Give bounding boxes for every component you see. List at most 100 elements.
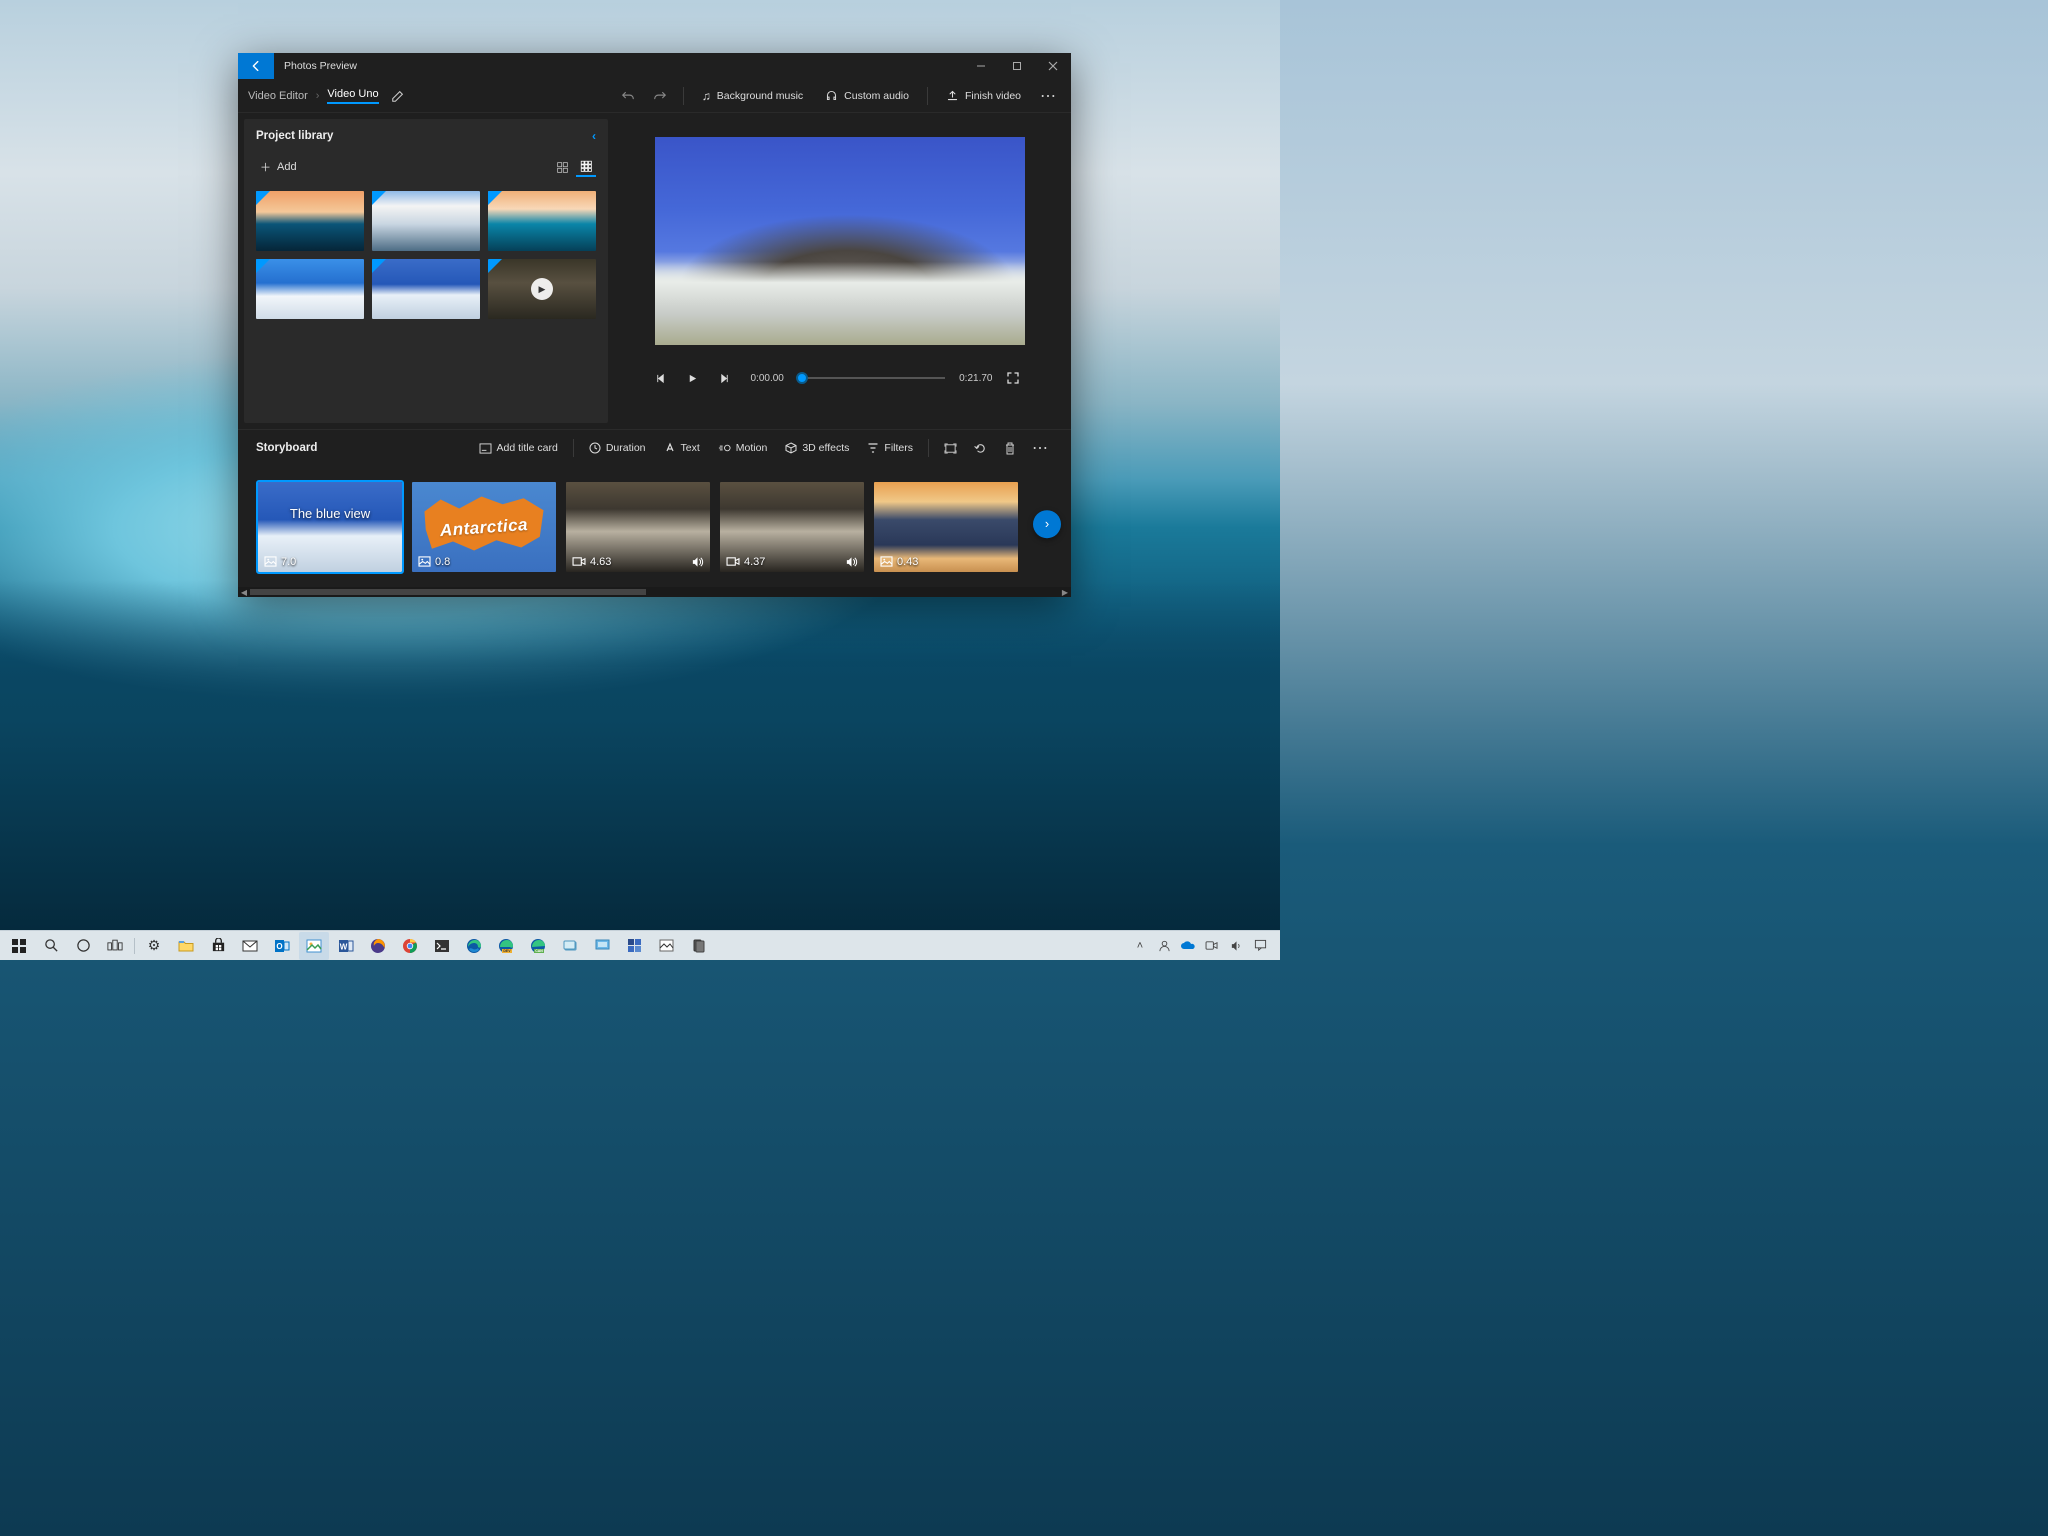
clip-title: The blue view (258, 506, 402, 521)
view-small-grid-button[interactable] (576, 157, 596, 177)
taskbar-outlook-icon[interactable]: O (267, 932, 297, 960)
taskbar-explorer-icon[interactable] (171, 932, 201, 960)
breadcrumb: Video Editor › Video Uno (248, 88, 379, 104)
library-thumb[interactable] (256, 259, 364, 319)
taskbar-app-icon[interactable] (619, 932, 649, 960)
used-badge (256, 191, 270, 205)
taskbar-settings-icon[interactable]: ⚙ (139, 932, 169, 960)
storyboard-more-button[interactable]: ⋯ (1027, 435, 1053, 461)
library-thumbnail-grid: ▶ (256, 191, 596, 319)
storyboard-scrollbar[interactable]: ◀ ▶ (238, 587, 1071, 597)
svg-text:W: W (340, 942, 348, 951)
storyboard-clip[interactable]: 4.63 (566, 482, 710, 572)
undo-button[interactable] (615, 83, 641, 109)
motion-icon (718, 442, 731, 454)
taskbar-app-icon[interactable] (587, 932, 617, 960)
play-icon: ▶ (531, 278, 553, 300)
add-title-card-button[interactable]: Add title card (472, 436, 565, 460)
library-thumb[interactable] (372, 259, 480, 319)
prev-frame-button[interactable] (655, 373, 673, 384)
storyboard-next-button[interactable]: › (1033, 510, 1061, 538)
taskbar-edge-dev-icon[interactable]: DEV (491, 932, 521, 960)
resize-button[interactable] (937, 435, 963, 461)
total-time: 0:21.70 (959, 373, 992, 384)
breadcrumb-root[interactable]: Video Editor (248, 90, 308, 102)
tray-people-icon[interactable] (1154, 936, 1174, 956)
background-music-button[interactable]: ♫ Background music (694, 83, 811, 109)
used-badge (372, 191, 386, 205)
seek-thumb[interactable] (796, 372, 808, 384)
video-icon (572, 556, 586, 567)
audio-icon (691, 556, 704, 568)
tray-meet-now-icon[interactable] (1202, 936, 1222, 956)
library-thumb[interactable]: ▶ (488, 259, 596, 319)
library-thumb[interactable] (256, 191, 364, 251)
taskbar-chrome-icon[interactable] (395, 932, 425, 960)
3d-effects-button[interactable]: 3D effects (778, 436, 856, 460)
storyboard-clip[interactable]: 4.37 (720, 482, 864, 572)
task-view-button[interactable] (100, 932, 130, 960)
taskbar-firefox-icon[interactable] (363, 932, 393, 960)
filters-button[interactable]: Filters (860, 436, 920, 460)
back-button[interactable] (238, 53, 274, 79)
fullscreen-button[interactable] (1007, 372, 1025, 384)
seek-slider[interactable] (798, 371, 945, 385)
cortana-button[interactable] (68, 932, 98, 960)
taskbar-edge-canary-icon[interactable]: CAN (523, 932, 553, 960)
finish-video-button[interactable]: Finish video (938, 83, 1029, 109)
maximize-button[interactable] (999, 53, 1035, 79)
taskbar-mail-icon[interactable] (235, 932, 265, 960)
search-button[interactable] (36, 932, 66, 960)
video-indicator: ▶ (488, 259, 596, 319)
export-icon (946, 89, 959, 102)
scrollbar-thumb[interactable] (250, 589, 646, 595)
library-thumb[interactable] (372, 191, 480, 251)
storyboard-clip[interactable]: The blue view 7.0 (258, 482, 402, 572)
taskbar-terminal-icon[interactable] (427, 932, 457, 960)
view-large-grid-button[interactable] (552, 157, 572, 177)
storyboard-clip[interactable]: 0.43 (874, 482, 1018, 572)
preview-canvas[interactable] (655, 137, 1025, 345)
start-button[interactable] (4, 932, 34, 960)
taskbar-word-icon[interactable]: W (331, 932, 361, 960)
rename-button[interactable] (385, 83, 411, 109)
motion-button[interactable]: Motion (711, 436, 775, 460)
music-note-icon: ♫ (702, 89, 711, 103)
clip-duration: 4.63 (590, 556, 611, 568)
tray-volume-icon[interactable] (1226, 936, 1246, 956)
delete-button[interactable] (997, 435, 1023, 461)
scroll-right-button[interactable]: ▶ (1059, 588, 1071, 597)
next-frame-button[interactable] (719, 373, 737, 384)
current-time: 0:00.00 (751, 373, 784, 384)
duration-button[interactable]: Duration (582, 436, 653, 460)
tray-chevron-up-icon[interactable]: ˄ (1130, 936, 1150, 956)
taskbar-edge-icon[interactable] (459, 932, 489, 960)
rotate-button[interactable] (967, 435, 993, 461)
tray-action-center-icon[interactable] (1250, 936, 1270, 956)
scroll-left-button[interactable]: ◀ (238, 588, 250, 597)
text-button[interactable]: Text (657, 436, 707, 460)
tray-onedrive-icon[interactable] (1178, 936, 1198, 956)
collapse-library-button[interactable]: ‹ (592, 129, 596, 143)
taskbar-app-icon[interactable] (651, 932, 681, 960)
clip-duration: 0.43 (897, 556, 918, 568)
taskbar-store-icon[interactable] (203, 932, 233, 960)
taskbar-photos-icon[interactable] (299, 932, 329, 960)
library-thumb[interactable] (488, 191, 596, 251)
breadcrumb-current[interactable]: Video Uno (327, 88, 378, 104)
storyboard-clip[interactable]: Antarctica 0.8 (412, 482, 556, 572)
close-button[interactable] (1035, 53, 1071, 79)
title-card-icon (479, 443, 492, 454)
custom-audio-button[interactable]: Custom audio (817, 83, 917, 109)
taskbar-app-icon[interactable] (555, 932, 585, 960)
redo-button[interactable] (647, 83, 673, 109)
image-icon (880, 556, 893, 567)
photos-preview-window: Photos Preview Video Editor › Video Uno … (238, 53, 1071, 597)
play-button[interactable] (687, 373, 705, 384)
add-media-button[interactable]: ＋ Add (256, 157, 301, 177)
more-button[interactable]: ⋯ (1035, 83, 1061, 109)
system-tray: ˄ (1130, 936, 1276, 956)
minimize-button[interactable] (963, 53, 999, 79)
taskbar-app-icon[interactable] (683, 932, 713, 960)
video-icon (726, 556, 740, 567)
